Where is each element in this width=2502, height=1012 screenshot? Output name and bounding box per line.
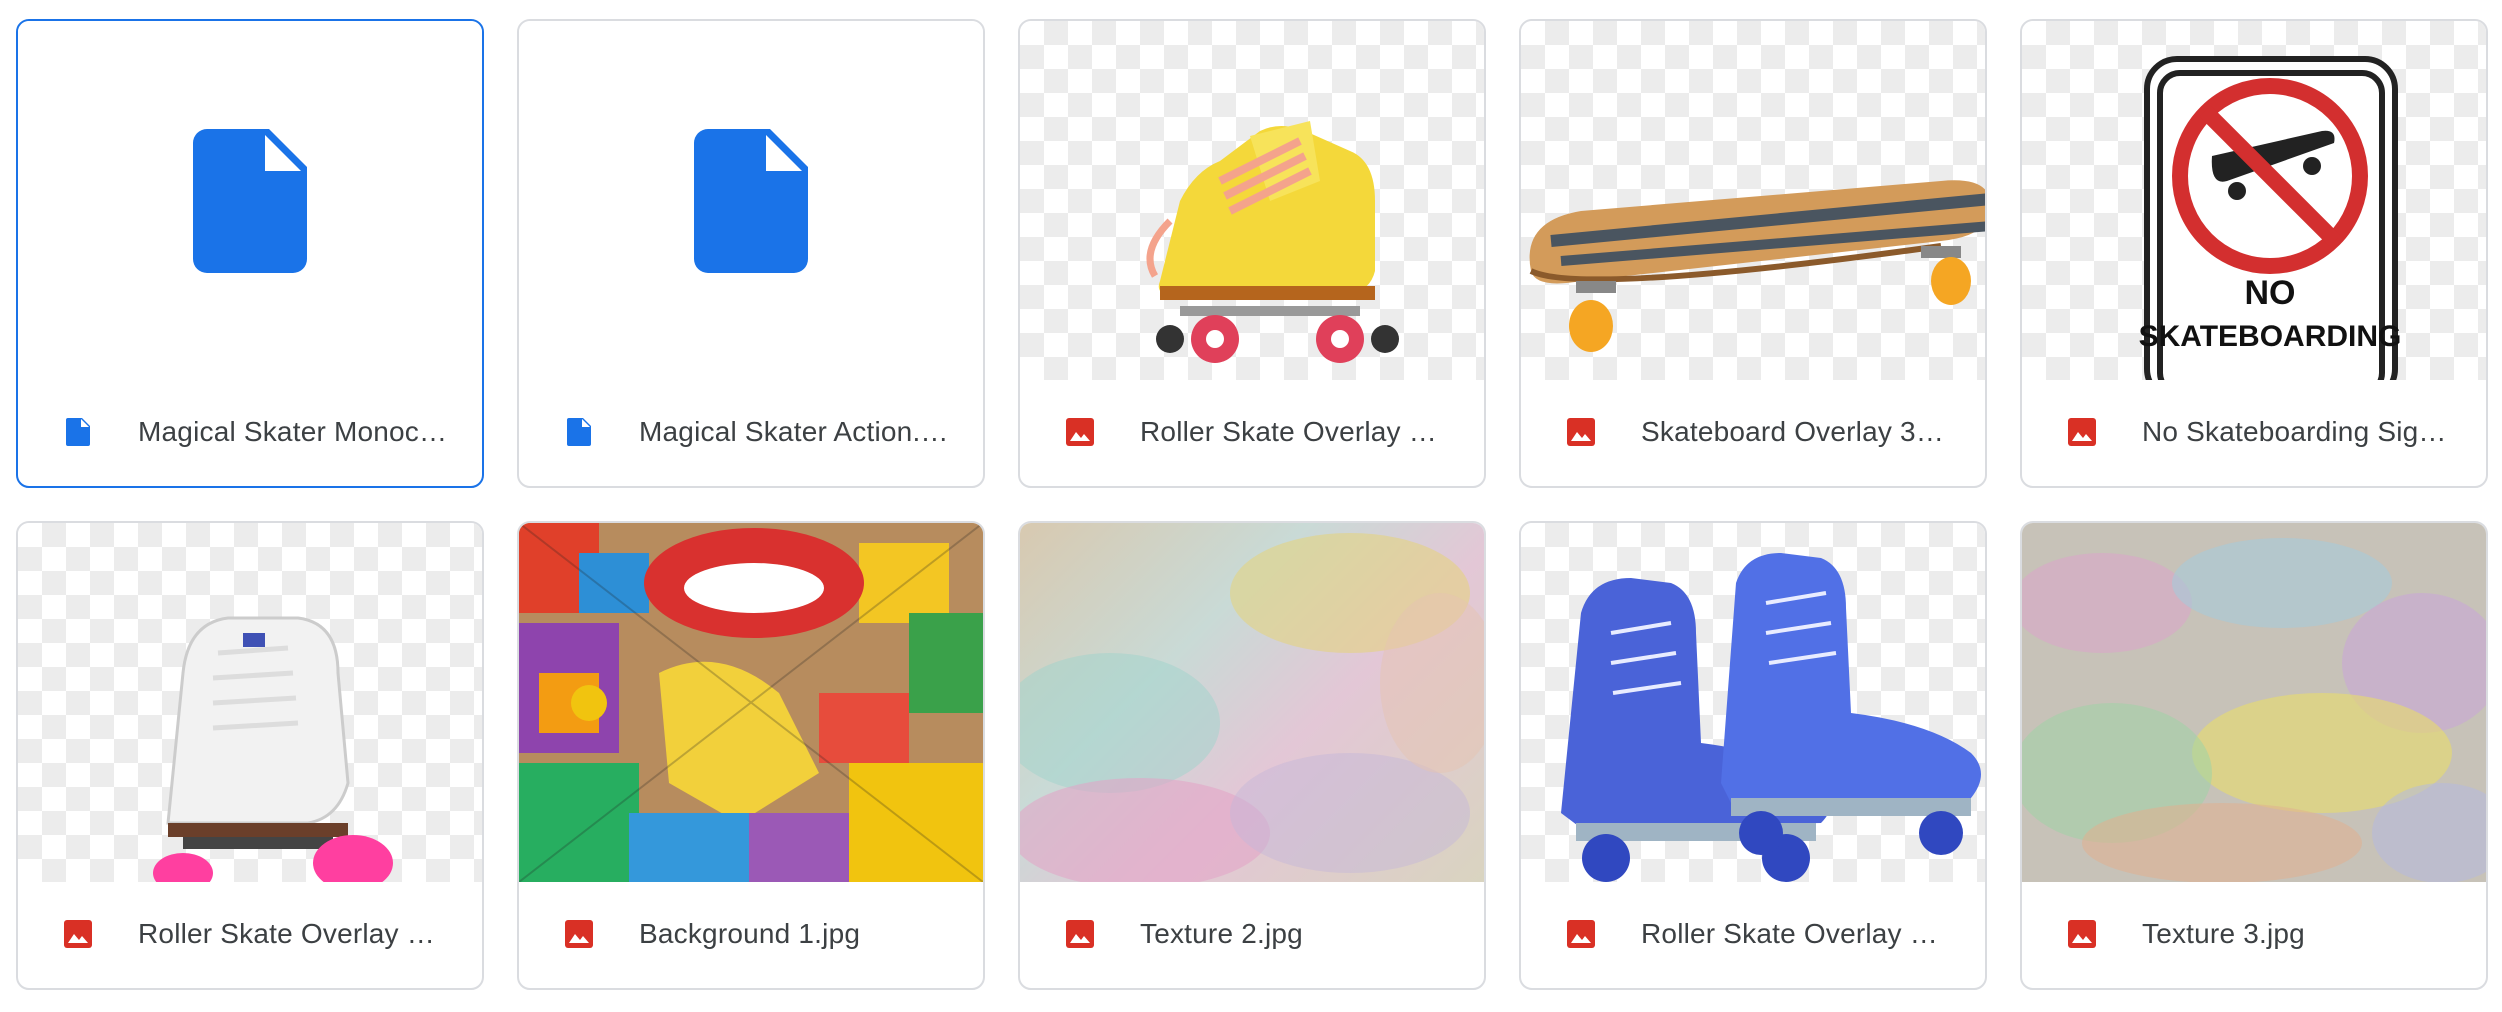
doc-icon [62, 416, 94, 448]
file-card-footer: Roller Skate Overlay 3.png [18, 880, 482, 988]
yellow-roller-skate-image [1146, 121, 1399, 363]
file-name: Skateboard Overlay 3.png [1641, 416, 1951, 447]
file-thumbnail [1521, 21, 1985, 380]
image-icon [1064, 918, 1096, 950]
image-icon [1565, 918, 1597, 950]
file-card[interactable]: Background 1.jpg [517, 521, 985, 990]
white-roller-skate-image [153, 616, 393, 882]
file-name: Roller Skate Overlay 3.png [138, 918, 448, 949]
file-card-footer: Texture 2.jpg [1020, 880, 1484, 988]
file-grid: Magical Skater Monochrome.docx Magical S… [16, 19, 2488, 990]
file-name: Texture 2.jpg [1140, 918, 1303, 949]
file-thumbnail [519, 523, 983, 882]
file-card-footer: Magical Skater Action.docx [519, 378, 983, 486]
image-icon [1565, 416, 1597, 448]
graffiti-wall-image [519, 523, 983, 882]
image-icon [62, 918, 94, 950]
file-name: No Skateboarding Sign.png [2142, 416, 2452, 447]
image-icon [563, 918, 595, 950]
file-card-footer: Magical Skater Monochrome.docx [18, 378, 482, 486]
pastel-chalk-texture-image [2022, 538, 2486, 882]
file-card[interactable]: Skateboard Overlay 3.png [1519, 19, 1987, 488]
sign-text-no: NO [2245, 274, 2296, 312]
file-card-footer: Roller Skate Overlay 4.png [1521, 880, 1985, 988]
file-thumbnail [1020, 21, 1484, 380]
file-card-footer: Texture 3.jpg [2022, 880, 2486, 988]
image-icon [1064, 416, 1096, 448]
longboard-skateboard-image [1529, 180, 1985, 352]
file-card[interactable]: Magical Skater Monochrome.docx [16, 19, 484, 488]
file-thumbnail [519, 21, 983, 380]
file-name: Background 1.jpg [639, 918, 861, 949]
file-name: Magical Skater Monochrome.docx [138, 416, 448, 447]
sign-text-skateboarding: SKATEBOARDING [2139, 320, 2402, 353]
file-card[interactable]: Roller Skate Overlay 4.png [1519, 521, 1987, 990]
file-card[interactable]: Magical Skater Action.docx [517, 19, 985, 488]
file-thumbnail [1521, 523, 1985, 882]
image-icon [2066, 918, 2098, 950]
file-card[interactable]: Roller Skate Overlay 3.png [16, 521, 484, 990]
doc-icon [694, 129, 808, 273]
file-card-footer: Background 1.jpg [519, 880, 983, 988]
file-thumbnail [18, 523, 482, 882]
file-card[interactable]: NO SKATEBOARDING No Skateboarding Sign.p… [2020, 19, 2488, 488]
pastel-wall-texture-image [1020, 533, 1484, 882]
file-name: Texture 3.jpg [2142, 918, 2305, 949]
file-card-footer: Skateboard Overlay 3.png [1521, 378, 1985, 486]
file-name: Roller Skate Overlay 4.png [1641, 918, 1951, 949]
image-icon [2066, 416, 2098, 448]
file-thumbnail [2022, 523, 2486, 882]
file-name: Roller Skate Overlay 2.png [1140, 416, 1450, 447]
file-card-footer: No Skateboarding Sign.png [2022, 378, 2486, 486]
file-card[interactable]: Texture 2.jpg [1018, 521, 1486, 990]
blue-roller-skates-image [1561, 553, 1981, 882]
doc-icon [563, 416, 595, 448]
file-card[interactable]: Roller Skate Overlay 2.png [1018, 19, 1486, 488]
file-card-footer: Roller Skate Overlay 2.png [1020, 378, 1484, 486]
file-thumbnail: NO SKATEBOARDING [2022, 21, 2486, 380]
doc-icon [193, 129, 307, 273]
file-thumbnail [18, 21, 482, 380]
file-name: Magical Skater Action.docx [639, 416, 949, 447]
file-card[interactable]: Texture 3.jpg [2020, 521, 2488, 990]
no-skateboarding-sign-image: NO SKATEBOARDING [2139, 56, 2402, 380]
file-thumbnail [1020, 523, 1484, 882]
